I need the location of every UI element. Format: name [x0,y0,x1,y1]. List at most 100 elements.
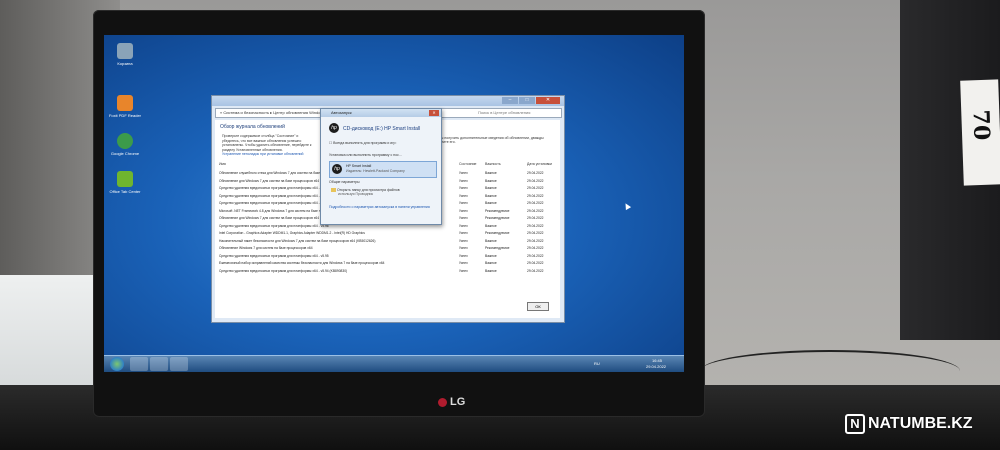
hp-option-icon: hp [332,164,342,174]
row-importance: Рекомендуемое [485,208,510,213]
row-importance: Рекомендуемое [485,231,510,235]
desktop-icon-label: Foxit PDF Reader [108,113,141,118]
row-date: 29.04.2022 [527,268,544,273]
details-note: Чтобы получить дополнительные сведения о… [433,136,544,144]
row-date: 29.04.2022 [527,246,544,250]
chrome-icon [117,133,133,149]
monitor-logo: LG [438,396,465,408]
open-folder-sub: используя Проводник [338,192,374,197]
row-status: Успех [459,231,468,235]
desktop-icon-foxit[interactable]: Foxit PDF Reader [108,95,142,118]
always-do-label: Всегда выполнять для программ и игр: [333,141,397,145]
taskbar-explorer-button[interactable] [130,357,148,371]
row-status: Успех [459,253,468,258]
screen: Корзина Foxit PDF Reader Google Chrome O… [104,35,684,372]
row-name: Средство удаления вредоносных программ д… [219,253,329,258]
breadcrumb[interactable]: « Система и безопасность ▸ Центр обновле… [220,109,328,117]
search-input[interactable]: Поиск в Центре обновления [478,109,530,117]
row-name: Обновление Windows 7 для систем на базе … [219,246,313,250]
desktop-icon-label: Office Tab Center [109,189,141,194]
row-importance: Важное [485,261,497,265]
window-titlebar: – □ ✕ [212,96,564,106]
language-indicator[interactable]: RU [594,361,600,366]
row-importance: Важное [485,178,497,183]
lg-logo-icon [438,397,447,407]
row-importance: Важное [485,201,497,205]
description-text: Проверьте содержимое столбца "Состояние"… [222,134,312,152]
table-row[interactable]: Средство удаления вредоносных программ д… [215,253,560,259]
autoplay-settings-link[interactable]: Подробности о параметрах автозапуска в п… [329,205,433,209]
autoplay-titlebar: Автозапуск ✕ [321,109,441,117]
maximize-button[interactable]: □ [519,97,535,104]
row-importance: Важное [485,171,497,175]
clock-time[interactable]: 16:45 [652,358,662,363]
taskbar-window-button[interactable] [170,357,188,371]
row-importance: Важное [485,268,497,273]
install-heading: Установка или выполнить программу с нос.… [329,153,402,157]
watermark-text: NATUMBE.KZ [868,415,973,432]
row-importance: Важное [485,238,497,243]
row-importance: Важное [485,186,497,190]
row-date: 29.04.2022 [527,216,544,220]
cable [700,350,960,392]
row-name: Накопительный пакет безопасности для Win… [219,238,376,243]
taskbar-chrome-button[interactable] [150,357,168,371]
open-folder-option[interactable]: Открыть папку для просмотра файлов испол… [331,188,400,196]
desktop-icon-recycle-bin[interactable]: Корзина [108,43,142,66]
row-date: 29.04.2022 [527,201,544,205]
office-tab-icon [117,171,133,187]
pdf-icon [117,95,133,111]
row-date: 29.04.2022 [527,208,544,213]
autoplay-title: Автозапуск [331,110,352,115]
autoplay-close-button[interactable]: ✕ [429,110,439,116]
row-status: Успех [459,216,468,220]
row-status: Успех [459,246,468,250]
ok-button[interactable]: ОК [527,302,549,311]
folder-icon [331,188,336,193]
close-button[interactable]: ✕ [536,97,560,104]
hp-smart-install-option[interactable]: hp HP Smart Install Издатель: Hewlett-Pa… [329,161,437,178]
row-importance: Рекомендуемое [485,246,510,250]
row-date: 29.04.2022 [527,238,544,243]
always-do-checkbox[interactable]: ☐ Всегда выполнять для программ и игр: [329,141,396,145]
desktop-icon-office-tab[interactable]: Office Tab Center [108,171,142,194]
start-button[interactable] [110,357,124,371]
column-header-status[interactable]: Состояние [459,162,476,166]
sticker-text: 70 [967,109,995,141]
troubleshoot-link[interactable]: Устранение неполадок при установке обнов… [222,152,303,156]
page-title: Обзор журнала обновлений [220,124,285,130]
general-heading: Общие параметры [329,180,360,184]
row-status: Успех [459,208,468,213]
table-row[interactable]: Ежемесячный набор исправлений качества с… [215,260,560,266]
table-row[interactable]: Средство удаления вредоносных программ д… [215,268,560,274]
row-date: 29.04.2022 [527,261,544,265]
row-date: 29.04.2022 [527,171,544,175]
row-status: Успех [459,261,468,265]
desktop-icon-chrome[interactable]: Google Chrome [108,133,142,156]
row-importance: Важное [485,193,497,198]
row-status: Успех [459,201,468,205]
column-header-name[interactable]: Имя [219,162,226,166]
row-name: Ежемесячный набор исправлений качества с… [219,261,385,265]
option-name: HP Smart Install [346,164,372,168]
watermark: N NATUMBE.KZ [845,414,973,434]
row-date: 29.04.2022 [527,186,544,190]
sticker: 70 [960,79,1000,186]
column-header-date[interactable]: Дата установки [527,162,552,166]
row-date: 29.04.2022 [527,193,544,198]
row-status: Успех [459,223,468,228]
row-status: Успех [459,238,468,243]
row-importance: Рекомендуемое [485,216,510,220]
table-row[interactable]: Накопительный пакет безопасности для Win… [215,238,560,244]
monitor-brand: LG [450,396,466,408]
row-name: Intel Corporation - Graphics Adapter WDD… [219,231,365,235]
drive-title: CD-дисковод (E:) HP Smart Install [343,126,421,132]
table-row[interactable]: Обновление Windows 7 для систем на базе … [215,245,560,251]
column-header-importance[interactable]: Важность [485,162,501,166]
recycle-bin-icon [117,43,133,59]
mouse-cursor-icon [622,201,632,211]
row-importance: Важное [485,253,497,258]
table-row[interactable]: Intel Corporation - Graphics Adapter WDD… [215,230,560,236]
minimize-button[interactable]: – [502,97,518,104]
clock-date[interactable]: 29.04.2022 [646,364,666,369]
